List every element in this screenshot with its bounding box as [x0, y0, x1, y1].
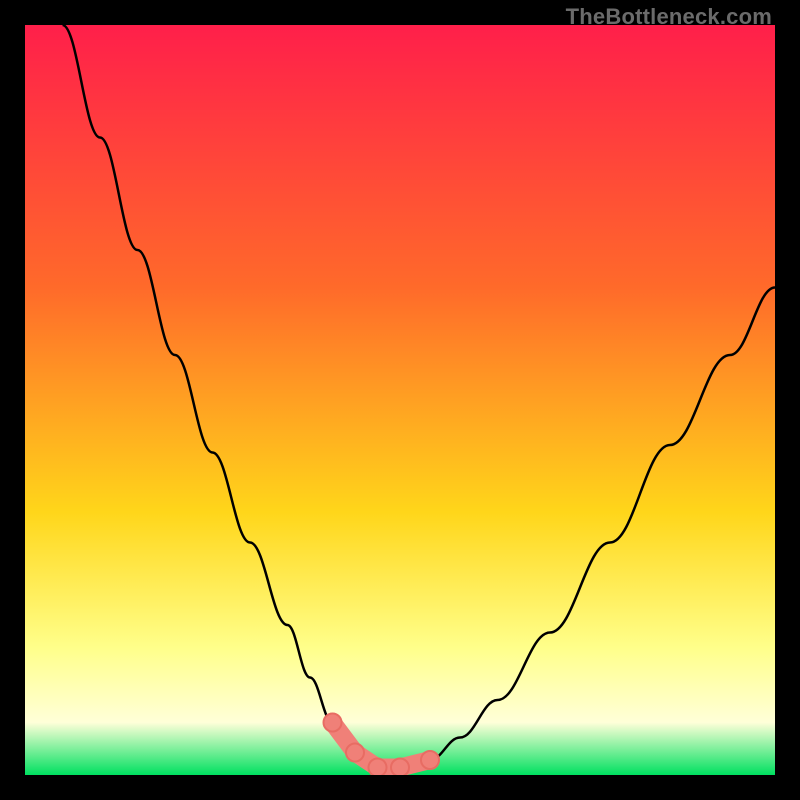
sausage-joint [324, 714, 342, 732]
sausage-joint [369, 759, 387, 776]
gradient-background [25, 25, 775, 775]
chart-container: TheBottleneck.com [0, 0, 800, 800]
sausage-joint [391, 759, 409, 776]
chart-plot [25, 25, 775, 775]
sausage-joint [346, 744, 364, 762]
sausage-joint [421, 751, 439, 769]
